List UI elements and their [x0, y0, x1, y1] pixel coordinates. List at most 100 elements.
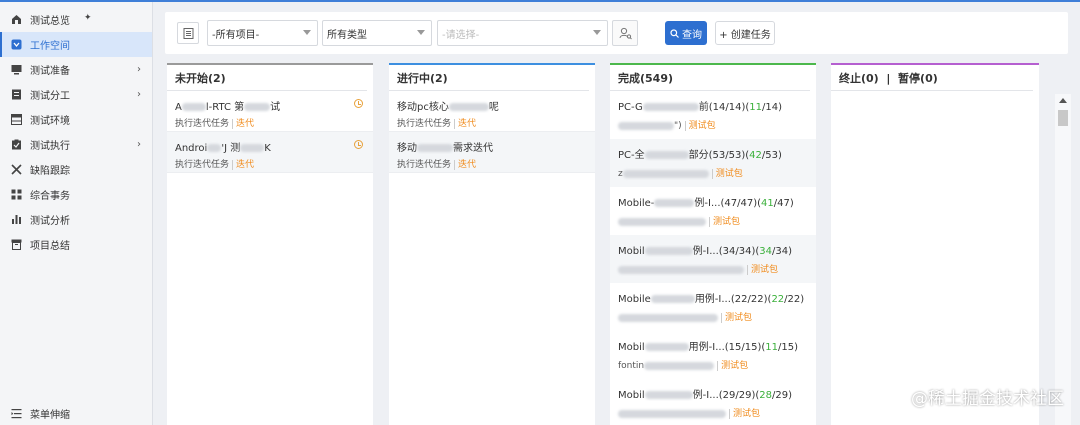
- task-tag: 迭代: [454, 160, 477, 170]
- chevron-right-icon: ›: [137, 64, 141, 75]
- task-card[interactable]: Al-RTC 第试 执行迭代任务 迭代: [167, 91, 373, 132]
- menu-collapse-button[interactable]: 菜单伸缩: [0, 403, 70, 423]
- search-icon: [670, 28, 679, 38]
- grid-icon: [11, 189, 22, 200]
- project-select-value: -所有项目-: [212, 29, 260, 41]
- column-stopped-paused: 终止(0) | 暂停(0): [831, 63, 1039, 425]
- bar-chart-icon: [11, 214, 22, 225]
- task-card[interactable]: Mobil 例-I...(34/34)(34/34) 测试包: [610, 235, 816, 283]
- sidebar-item-label: 综合事务: [30, 191, 70, 202]
- task-card[interactable]: Mobile 用例-I...(22/22)(22/22) 测试包: [610, 283, 816, 331]
- task-tag: 测试包: [729, 409, 761, 419]
- type-select[interactable]: 所有类型: [322, 20, 432, 46]
- sidebar-item-label: 测试总览: [30, 16, 70, 27]
- column-in-progress: 进行中(2) 移动pc核心呢 执行迭代任务 迭代 移动 需求迭代 执行迭代任务 迭代: [389, 63, 595, 425]
- task-meta: 测试包: [618, 310, 808, 323]
- task-tag: 测试包: [747, 265, 779, 275]
- sidebar: 测试总览 ✦ 工作空间 测试准备 › 测试分工 › 测试环境 测试执行 › 缺陷…: [0, 2, 153, 425]
- select-user-button[interactable]: [612, 20, 638, 46]
- collapse-menu-icon: [11, 408, 22, 419]
- sidebar-item-analysis[interactable]: 测试分析: [0, 207, 152, 232]
- task-meta: 测试包: [618, 406, 808, 419]
- sidebar-item-label: 测试执行: [30, 141, 70, 152]
- sidebar-item-execution[interactable]: 测试执行 ›: [0, 132, 152, 157]
- list-view-button[interactable]: [177, 22, 199, 44]
- scrollbar-thumb[interactable]: [1058, 110, 1068, 126]
- chevron-right-icon: ›: [137, 139, 141, 150]
- sidebar-item-defects[interactable]: 缺陷跟踪: [0, 157, 152, 182]
- task-card[interactable]: Androi 'J 测K 执行迭代任务 迭代: [167, 132, 373, 173]
- task-title: 移动 需求迭代: [397, 143, 493, 154]
- task-title: PC-全 部分(53/53)(42/53): [618, 150, 782, 161]
- sidebar-item-summary[interactable]: 项目总结: [0, 232, 152, 257]
- collapse-label: 菜单伸缩: [30, 409, 70, 421]
- sidebar-item-label: 测试环境: [30, 116, 70, 127]
- task-tag: 迭代: [232, 119, 255, 129]
- chevron-down-icon: [303, 30, 311, 35]
- sidebar-item-label: 测试分析: [30, 216, 70, 227]
- task-meta: 测试包: [618, 262, 808, 275]
- task-card[interactable]: Mobil 例-I...(29/29)(28/29) 测试包: [610, 379, 816, 425]
- task-tag: 测试包: [711, 169, 743, 179]
- task-title: Mobile- 例-I...(47/47)(41/47): [618, 198, 794, 209]
- create-task-label: + 创建任务: [719, 29, 771, 41]
- task-tag: 测试包: [717, 361, 749, 371]
- task-tag: 测试包: [684, 121, 716, 131]
- task-card[interactable]: PC-G 前(14/14)(11/14) ") 测试包: [610, 91, 816, 139]
- column-header: 进行中(2): [389, 65, 589, 91]
- column-header: 完成(549): [610, 65, 810, 91]
- sidebar-item-label: 缺陷跟踪: [30, 166, 70, 177]
- tools-icon: [11, 164, 22, 175]
- task-title: Mobil 例-I...(29/29)(28/29): [618, 390, 793, 401]
- task-title: Al-RTC 第试: [175, 102, 281, 113]
- scroll-up-arrow-icon[interactable]: [1059, 98, 1067, 103]
- task-meta: 测试包: [618, 214, 808, 227]
- sidebar-item-division[interactable]: 测试分工 ›: [0, 82, 152, 107]
- archive-icon: [11, 239, 22, 250]
- sidebar-item-label: 工作空间: [30, 41, 70, 52]
- task-tag: 迭代: [232, 160, 255, 170]
- task-tag: 测试包: [709, 217, 741, 227]
- clock-icon: [354, 99, 363, 108]
- create-task-button[interactable]: + 创建任务: [715, 21, 775, 45]
- task-title: Mobil 例-I...(34/34)(34/34): [618, 246, 793, 257]
- project-select[interactable]: -所有项目-: [207, 20, 318, 46]
- sidebar-item-overview[interactable]: 测试总览 ✦: [0, 7, 152, 32]
- watermark: @稀土掘金技术社区: [911, 389, 1064, 409]
- task-tag: 迭代: [454, 119, 477, 129]
- column-header: 未开始(2): [167, 65, 367, 91]
- query-button[interactable]: 查询: [665, 21, 707, 45]
- task-title: 移动pc核心呢: [397, 102, 499, 113]
- task-title: Mobil 用例-I...(15/15)(11/15): [618, 342, 799, 353]
- list-icon: [183, 27, 193, 39]
- task-card[interactable]: 移动 需求迭代 执行迭代任务 迭代: [389, 132, 595, 173]
- column-header: 终止(0) | 暂停(0): [831, 65, 1033, 91]
- task-title: PC-G 前(14/14)(11/14): [618, 102, 783, 113]
- chevron-right-icon: ›: [137, 89, 141, 100]
- task-card[interactable]: PC-全 部分(53/53)(42/53) z 测试包: [610, 139, 816, 187]
- task-meta: 执行迭代任务 迭代: [175, 119, 255, 129]
- column-done: 完成(549) PC-G 前(14/14)(11/14) ") 测试包 PC-全 部分…: [610, 63, 816, 425]
- sidebar-item-label: 测试准备: [30, 66, 70, 77]
- task-meta: 执行迭代任务 迭代: [397, 160, 477, 170]
- sidebar-item-environment[interactable]: 测试环境: [0, 107, 152, 132]
- sidebar-item-workspace[interactable]: 工作空间: [0, 32, 152, 57]
- task-title: Mobile 用例-I...(22/22)(22/22): [618, 294, 805, 305]
- document-icon: [11, 89, 22, 100]
- type-select-value: 所有类型: [327, 29, 367, 41]
- workspace-icon: [11, 39, 22, 50]
- task-meta: 执行迭代任务 迭代: [397, 119, 477, 129]
- sidebar-item-prepare[interactable]: 测试准备 ›: [0, 57, 152, 82]
- chevron-down-icon: [417, 30, 425, 35]
- chevron-down-icon: [593, 30, 601, 35]
- filter-toolbar: -所有项目- 所有类型 -请选择- 查询 + 创建任务: [165, 12, 1068, 54]
- task-card[interactable]: Mobile- 例-I...(47/47)(41/47) 测试包: [610, 187, 816, 235]
- clipboard-icon: [11, 139, 22, 150]
- sidebar-item-affairs[interactable]: 综合事务: [0, 182, 152, 207]
- pin-icon[interactable]: ✦: [84, 13, 92, 23]
- task-card[interactable]: 移动pc核心呢 执行迭代任务 迭代: [389, 91, 595, 132]
- monitor-icon: [11, 64, 22, 75]
- task-card[interactable]: Mobil 用例-I...(15/15)(11/15) fontin 测试包: [610, 331, 816, 379]
- vertical-scrollbar[interactable]: [1055, 94, 1071, 425]
- choose-select[interactable]: -请选择-: [437, 20, 608, 46]
